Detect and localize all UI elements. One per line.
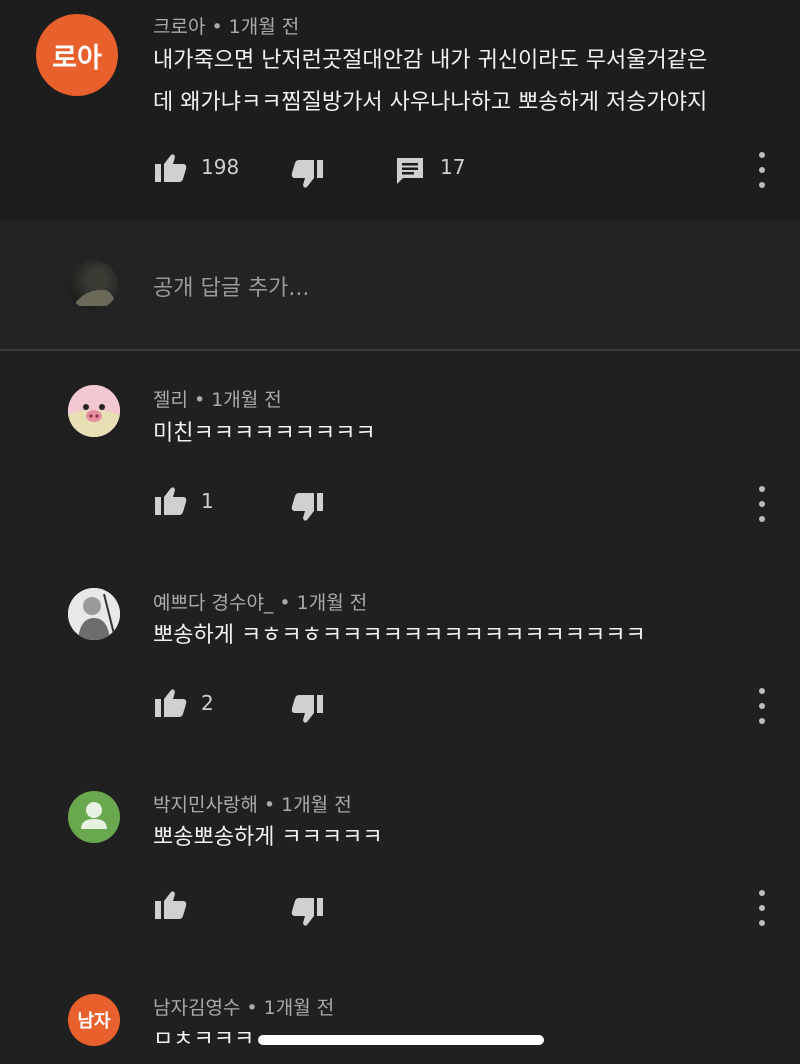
home-indicator[interactable] — [258, 1035, 544, 1045]
user-photo-icon — [76, 272, 116, 306]
reply-time: 1개월 전 — [281, 794, 352, 816]
reply-author[interactable]: 남자김영수 — [153, 997, 240, 1019]
reply-text: 미친ㅋㅋㅋㅋㅋㅋㅋㅋㅋ — [153, 421, 376, 446]
reply-count: 17 — [440, 155, 466, 179]
like-count: 198 — [201, 155, 240, 179]
thumbs-down-icon — [291, 898, 323, 926]
more-options-button[interactable] — [752, 486, 772, 522]
reply-avatar[interactable] — [68, 791, 120, 843]
dislike-button[interactable] — [290, 897, 324, 927]
more-vertical-icon — [759, 486, 765, 492]
comment-time: 1개월 전 — [228, 16, 300, 38]
reply-input[interactable]: 공개 답글 추가... — [153, 270, 309, 302]
reply-input-row — [0, 220, 800, 350]
reply-meta: 젤리 • 1개월 전 — [153, 389, 282, 411]
reply-meta: 남자김영수 • 1개월 전 — [153, 997, 335, 1019]
author-name[interactable]: 크로아 — [153, 16, 205, 38]
thumbs-down-icon — [291, 160, 323, 188]
pig-avatar-icon — [68, 385, 120, 437]
reply-meta: 박지민사랑해 • 1개월 전 — [153, 794, 352, 816]
reply-text: 뽀송뽀송하게 ㅋㅋㅋㅋㅋ — [153, 825, 383, 850]
reply-time: 1개월 전 — [263, 997, 335, 1019]
like-button[interactable] — [154, 890, 188, 920]
thumbs-down-icon — [291, 493, 323, 521]
like-count: 1 — [201, 489, 214, 513]
reply-avatar[interactable] — [68, 588, 120, 640]
more-options-button[interactable] — [752, 688, 772, 724]
thumbs-up-icon — [155, 487, 187, 515]
reply-text: ㅁㅊㅋㅋㅋ — [153, 1027, 255, 1052]
reply-avatar[interactable] — [68, 385, 120, 437]
dislike-button[interactable] — [290, 159, 324, 189]
reply-avatar[interactable]: 남자 — [68, 994, 120, 1046]
avatar-initials: 로아 — [52, 42, 102, 74]
thumbs-up-icon — [155, 689, 187, 717]
comment-line-1: 내가죽으면 난저런곳절대안감 내가 귀신이라도 무서울거같은 — [153, 48, 708, 73]
person-sketch-icon — [68, 588, 120, 640]
author-avatar[interactable]: 로아 — [36, 14, 118, 96]
reply-time: 1개월 전 — [211, 389, 282, 411]
like-button[interactable] — [154, 688, 188, 718]
reply-author[interactable]: 젤리 — [153, 389, 188, 411]
more-options-button[interactable] — [752, 890, 772, 926]
more-options-button[interactable] — [752, 152, 772, 188]
thumbs-up-icon — [155, 154, 187, 182]
divider — [0, 349, 800, 351]
thumbs-down-icon — [291, 695, 323, 723]
reply-time: 1개월 전 — [296, 592, 368, 614]
dislike-button[interactable] — [290, 694, 324, 724]
dislike-button[interactable] — [290, 492, 324, 522]
more-vertical-icon — [759, 688, 765, 694]
comment-meta: 크로아 • 1개월 전 — [153, 16, 300, 38]
avatar-initials: 남자 — [77, 1011, 111, 1032]
thumbs-up-icon — [155, 891, 187, 919]
more-vertical-icon — [759, 152, 765, 158]
comment-line-2: 데 왜가냐ㅋㅋ찜질방가서 사우나나하고 뽀송하게 저승가야지 — [153, 90, 708, 115]
comment-icon — [397, 158, 423, 184]
main-comment: 로아 크로아 • 1개월 전 내가죽으면 난저런곳절대안감 내가 귀신이라도 무서울… — [0, 0, 800, 220]
like-button[interactable] — [154, 153, 188, 183]
reply-button[interactable] — [395, 156, 425, 186]
more-vertical-icon — [759, 890, 765, 896]
like-button[interactable] — [154, 486, 188, 516]
current-user-avatar — [68, 260, 118, 310]
default-user-icon — [81, 802, 107, 829]
reply-author[interactable]: 예쁘다 경수야_ — [153, 592, 273, 614]
reply-author[interactable]: 박지민사랑해 — [153, 794, 258, 816]
like-count: 2 — [201, 691, 214, 715]
reply-meta: 예쁘다 경수야_ • 1개월 전 — [153, 592, 368, 614]
reply-text: 뽀송하게 ㅋㅎㅋㅎㅋㅋㅋㅋㅋㅋㅋㅋㅋㅋㅋㅋㅋㅋㅋㅋ — [153, 623, 646, 648]
